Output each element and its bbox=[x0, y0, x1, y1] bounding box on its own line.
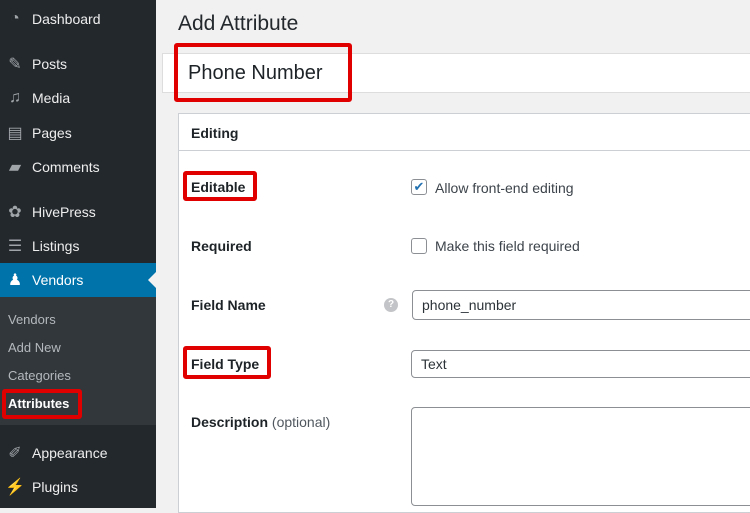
menu-appearance[interactable]: ✐ Appearance bbox=[0, 436, 156, 470]
menu-label: Pages bbox=[32, 125, 72, 141]
page-title: Add Attribute bbox=[178, 12, 299, 35]
menu-plugins[interactable]: ⚡ Plugins bbox=[0, 470, 156, 504]
user-icon: ♟ bbox=[7, 272, 23, 289]
menu-label: Vendors bbox=[32, 272, 84, 288]
field-name-input[interactable]: phone_number bbox=[412, 290, 750, 320]
editable-checkbox-label: Allow front-end editing bbox=[435, 180, 574, 196]
submenu-vendors[interactable]: Vendors bbox=[8, 312, 56, 327]
comment-icon: ▰ bbox=[8, 159, 22, 176]
menu-posts[interactable]: ✎ Posts bbox=[0, 47, 156, 81]
menu-label: Plugins bbox=[32, 479, 78, 495]
optional-hint: (optional) bbox=[271, 414, 331, 430]
field-name-label: Field Name bbox=[191, 297, 266, 313]
menu-hivepress[interactable]: ✿ HivePress bbox=[0, 195, 156, 229]
menu-vendors[interactable]: ♟ Vendors bbox=[0, 263, 156, 297]
menu-label: HivePress bbox=[32, 204, 96, 220]
menu-label: Dashboard bbox=[32, 11, 101, 27]
menu-label: Listings bbox=[32, 238, 80, 254]
pin-icon: ✎ bbox=[8, 56, 22, 73]
menu-label: Posts bbox=[32, 56, 68, 72]
highlight-box bbox=[183, 346, 271, 379]
media-icon: ♫ bbox=[9, 89, 21, 106]
menu-comments[interactable]: ▰ Comments bbox=[0, 150, 156, 184]
description-label: Description (optional) bbox=[191, 414, 330, 430]
description-textarea[interactable] bbox=[411, 407, 750, 506]
menu-listings[interactable]: ☰ Listings bbox=[0, 229, 156, 263]
help-icon[interactable]: ? bbox=[384, 298, 398, 312]
required-label: Required bbox=[191, 238, 252, 254]
menu-label: Appearance bbox=[32, 445, 108, 461]
submenu-add-new[interactable]: Add New bbox=[8, 340, 61, 355]
menu-media[interactable]: ♫ Media bbox=[0, 81, 156, 115]
menu-dashboard[interactable]: ◔ Dashboard bbox=[0, 2, 156, 36]
submenu-categories[interactable]: Categories bbox=[8, 368, 71, 383]
panel-heading: Editing bbox=[179, 114, 750, 151]
pages-icon: ▤ bbox=[7, 125, 23, 142]
dashboard-icon: ◔ bbox=[10, 10, 20, 27]
hivepress-icon: ✿ bbox=[8, 204, 22, 221]
required-checkbox[interactable] bbox=[411, 238, 427, 254]
menu-label: Media bbox=[32, 90, 71, 106]
plug-icon: ⚡ bbox=[5, 479, 25, 496]
highlight-box bbox=[174, 43, 352, 102]
admin-sidebar: ◔ Dashboard ✎ Posts ♫ Media ▤ Pages ▰ Comment… bbox=[0, 0, 156, 508]
menu-label: Comments bbox=[32, 159, 100, 175]
field-type-select[interactable]: Text bbox=[411, 350, 750, 378]
highlight-box bbox=[2, 389, 82, 419]
description-label-text: Description bbox=[191, 414, 269, 430]
brush-icon: ✐ bbox=[8, 445, 22, 462]
listings-icon: ☰ bbox=[7, 238, 23, 255]
menu-pages[interactable]: ▤ Pages bbox=[0, 116, 156, 150]
highlight-box bbox=[183, 171, 257, 201]
required-checkbox-label: Make this field required bbox=[435, 238, 580, 254]
editable-checkbox[interactable]: ✔ bbox=[411, 179, 427, 195]
